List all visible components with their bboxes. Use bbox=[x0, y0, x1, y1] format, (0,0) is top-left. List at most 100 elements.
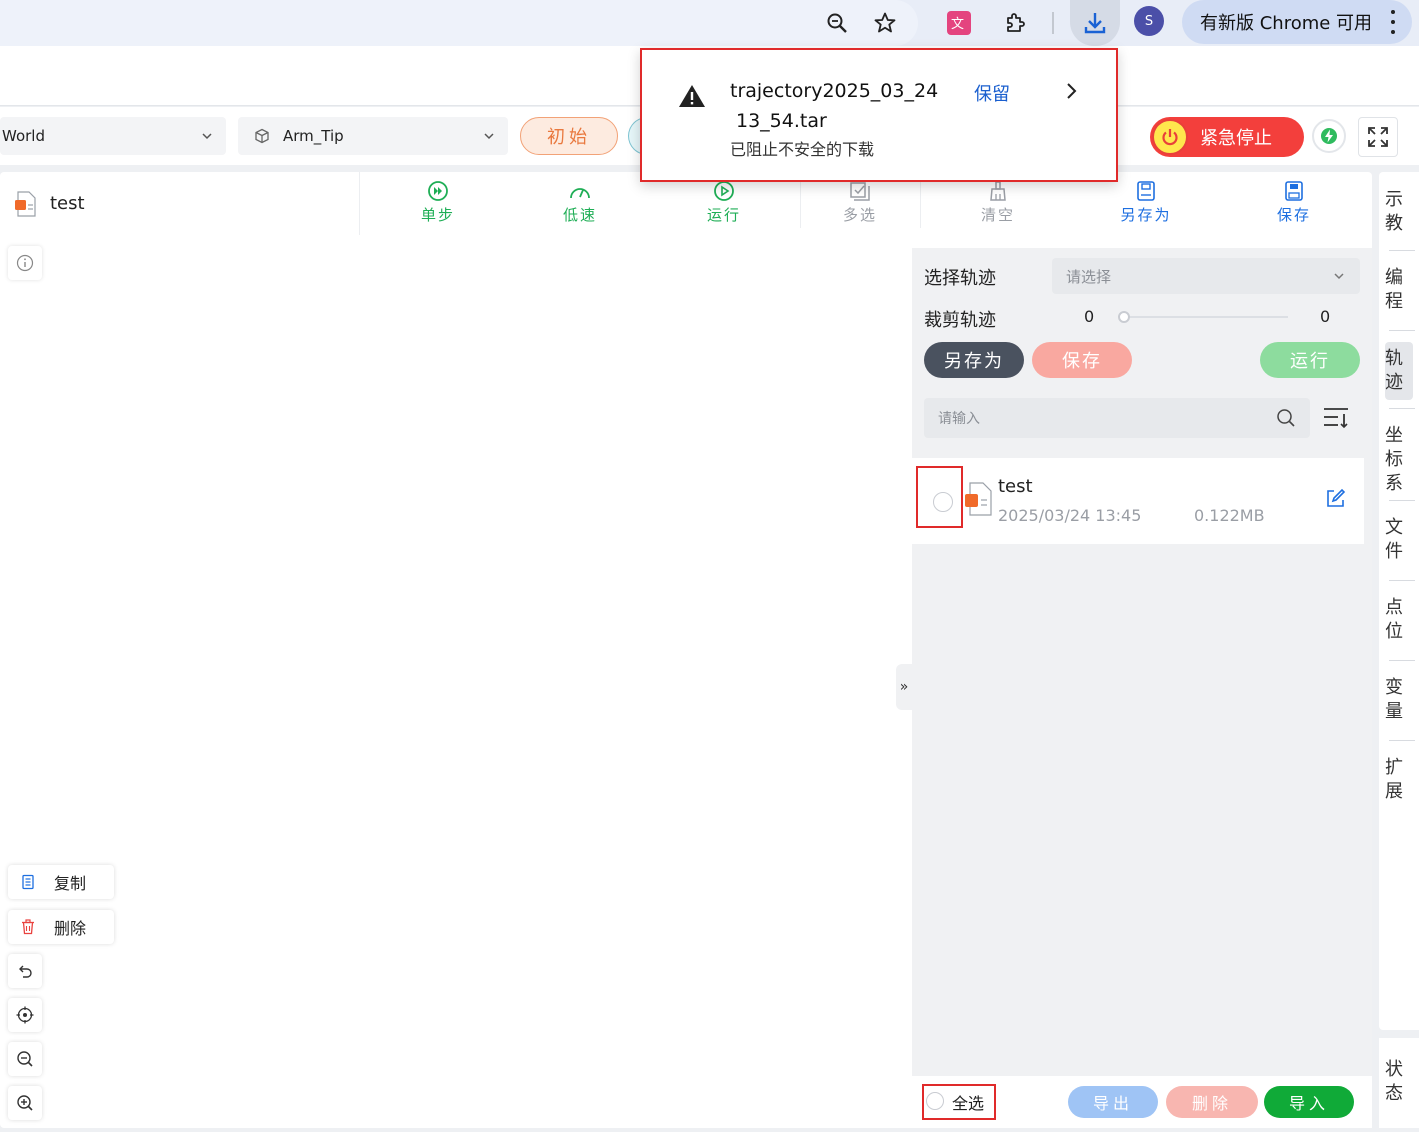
chevron-right-icon[interactable] bbox=[1062, 80, 1082, 102]
clip-start-value: 0 bbox=[1084, 307, 1095, 326]
import-button[interactable]: 导入 bbox=[1264, 1086, 1354, 1118]
downloads-button[interactable] bbox=[1070, 0, 1120, 46]
trajectory-search-input[interactable]: 请输入 bbox=[924, 398, 1310, 438]
trajectory-controls: 选择轨迹 请选择 裁剪轨迹 0 0 另存为 保存 运行 请输入 test 202… bbox=[912, 248, 1372, 622]
power-bolt-icon[interactable] bbox=[1312, 119, 1346, 153]
slow-button[interactable]: 低速 bbox=[520, 178, 640, 232]
nav-item-coordinate[interactable]: 坐标系 bbox=[1385, 424, 1413, 496]
download-status: 已阻止不安全的下载 bbox=[730, 140, 875, 159]
run-label: 运行 bbox=[706, 206, 741, 224]
edit-icon[interactable] bbox=[1324, 488, 1346, 510]
clip-slider-track[interactable] bbox=[1122, 316, 1288, 318]
download-icon bbox=[1084, 13, 1106, 34]
nav-item-program[interactable]: 编程 bbox=[1385, 266, 1413, 314]
emergency-stop-button[interactable]: 紧急停止 bbox=[1150, 117, 1304, 157]
translate-extension-icon[interactable]: 文 bbox=[944, 8, 974, 38]
zoom-out-button[interactable] bbox=[8, 1042, 42, 1076]
editor-panel: test 单步 低速 运行 多选 清空 另存为 保存 复制 删除 » 选择轨迹 … bbox=[0, 172, 1372, 1128]
nav-divider bbox=[1389, 500, 1415, 501]
warning-icon bbox=[679, 85, 705, 107]
status-tab[interactable]: 状态 bbox=[1379, 1038, 1419, 1128]
save-as-icon bbox=[1137, 181, 1155, 201]
svg-text:文: 文 bbox=[951, 17, 964, 32]
nav-divider bbox=[1389, 408, 1415, 409]
profile-avatar[interactable]: S bbox=[1134, 6, 1164, 36]
run-button[interactable]: 运行 bbox=[664, 178, 784, 232]
trajectory-file-icon bbox=[965, 482, 992, 516]
traj-run-button[interactable]: 运行 bbox=[1260, 342, 1360, 378]
chevron-down-icon bbox=[202, 133, 212, 140]
info-button[interactable] bbox=[8, 246, 42, 280]
keep-download-button[interactable]: 保留 bbox=[974, 80, 1010, 106]
multi-select-label: 多选 bbox=[842, 206, 877, 224]
address-bar[interactable] bbox=[0, 0, 918, 46]
copy-icon bbox=[22, 874, 34, 890]
chrome-update-button[interactable]: 有新版 Chrome 可用 bbox=[1182, 0, 1412, 44]
status-label: 状态 bbox=[1385, 1059, 1403, 1104]
sort-icon[interactable] bbox=[1320, 402, 1352, 434]
traj-save-button[interactable]: 保存 bbox=[1032, 342, 1132, 378]
crosshair-icon bbox=[16, 1006, 34, 1024]
nav-item-point[interactable]: 点位 bbox=[1385, 596, 1413, 644]
chevron-down-icon bbox=[1334, 273, 1344, 280]
multi-select-icon bbox=[850, 182, 870, 201]
fullscreen-icon bbox=[1368, 127, 1388, 147]
nav-item-file[interactable]: 文件 bbox=[1385, 516, 1413, 564]
nav-item-teach[interactable]: 示教 bbox=[1385, 188, 1413, 236]
clip-end-value: 0 bbox=[1320, 307, 1331, 326]
tool-select[interactable]: Arm_Tip bbox=[238, 117, 508, 155]
more-menu-icon[interactable] bbox=[1390, 10, 1396, 34]
cube-icon bbox=[255, 128, 269, 144]
trajectory-select[interactable]: 请选择 bbox=[1052, 258, 1360, 294]
toolbar-separator bbox=[1052, 12, 1054, 34]
bookmark-star-icon[interactable] bbox=[870, 8, 900, 38]
locate-button[interactable] bbox=[8, 998, 42, 1032]
export-button[interactable]: 导出 bbox=[1068, 1086, 1158, 1118]
list-item[interactable]: test 2025/03/24 13:45 0.122MB bbox=[912, 458, 1364, 544]
nav-divider bbox=[1389, 250, 1415, 251]
trajectory-select-placeholder: 请选择 bbox=[1066, 267, 1112, 286]
nav-divider bbox=[1389, 580, 1415, 581]
nav-divider bbox=[1389, 740, 1415, 741]
search-icon[interactable] bbox=[1276, 408, 1296, 428]
nav-item-extension[interactable]: 扩展 bbox=[1385, 756, 1413, 804]
init-button[interactable]: 初始 bbox=[520, 117, 618, 155]
collapse-panel-button[interactable]: » bbox=[896, 664, 912, 710]
clear-label: 清空 bbox=[980, 206, 1015, 224]
save-icon bbox=[1285, 181, 1303, 201]
update-label: 有新版 Chrome 可用 bbox=[1200, 13, 1373, 34]
step-button[interactable]: 单步 bbox=[378, 178, 498, 232]
traj-save-as-button[interactable]: 另存为 bbox=[924, 342, 1024, 378]
item-name: test bbox=[998, 476, 1033, 497]
trajectory-bottom-bar: 全选 导出 删除 导入 bbox=[912, 1076, 1372, 1128]
save-as-label: 另存为 bbox=[1120, 206, 1172, 224]
save-as-button[interactable]: 另存为 bbox=[1086, 178, 1206, 232]
clear-button[interactable]: 清空 bbox=[938, 178, 1058, 232]
step-label: 单步 bbox=[420, 206, 455, 224]
clip-slider-handle[interactable] bbox=[1118, 311, 1130, 323]
select-trajectory-label: 选择轨迹 bbox=[924, 268, 996, 289]
nav-item-trajectory[interactable]: 轨迹 bbox=[1385, 342, 1413, 400]
copy-button[interactable]: 复制 bbox=[8, 865, 114, 899]
side-nav: 示教 编程 轨迹 坐标系 文件 点位 变量 扩展 bbox=[1379, 172, 1419, 1030]
multi-select-button[interactable]: 多选 bbox=[800, 178, 920, 232]
info-icon bbox=[16, 254, 34, 272]
file-header: test bbox=[0, 172, 360, 235]
traj-delete-button[interactable]: 删除 bbox=[1166, 1086, 1258, 1118]
power-icon bbox=[1152, 119, 1188, 155]
delete-button[interactable]: 删除 bbox=[8, 910, 114, 944]
undo-button[interactable] bbox=[8, 954, 42, 988]
zoom-in-button[interactable] bbox=[8, 1086, 42, 1120]
fullscreen-button[interactable] bbox=[1358, 117, 1398, 157]
slow-label: 低速 bbox=[562, 206, 597, 224]
save-button[interactable]: 保存 bbox=[1234, 178, 1354, 232]
nav-item-variable[interactable]: 变量 bbox=[1385, 676, 1413, 724]
zoom-out-icon bbox=[17, 1051, 33, 1067]
zoom-icon[interactable] bbox=[822, 8, 852, 38]
toolbar-divider bbox=[920, 180, 921, 228]
extensions-puzzle-icon[interactable] bbox=[1000, 8, 1030, 38]
browser-toolbar: 文 S 有新版 Chrome 可用 bbox=[0, 0, 1419, 46]
step-icon bbox=[428, 181, 448, 201]
item-size: 0.122MB bbox=[1194, 506, 1265, 525]
frame-select[interactable]: World bbox=[0, 117, 226, 155]
